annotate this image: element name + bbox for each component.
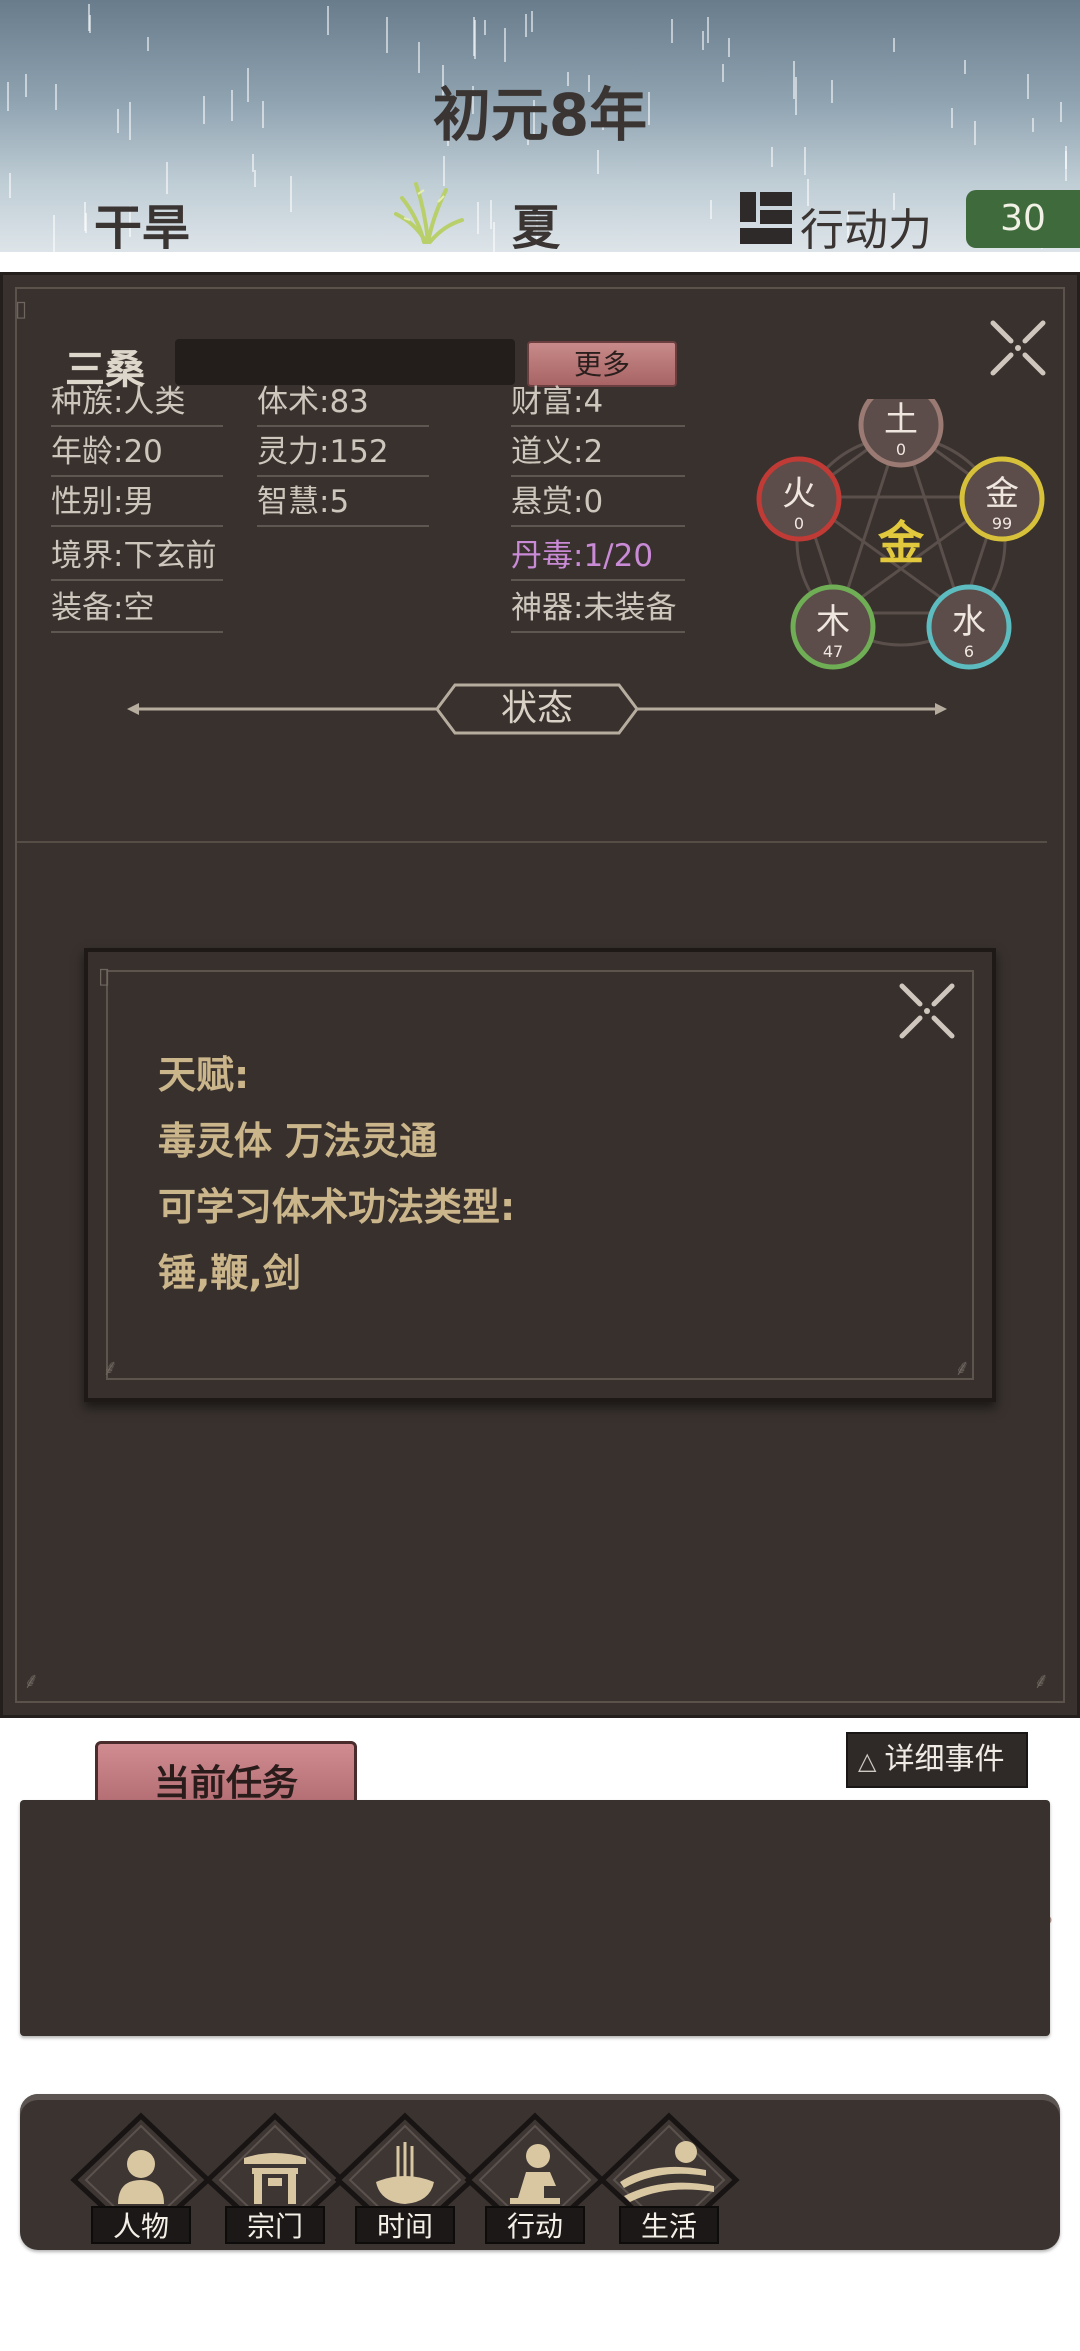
svg-text:0: 0 [794,514,804,533]
element-metal: 金 99 [959,456,1045,542]
svg-text:土: 土 [884,400,918,440]
svg-text:火: 火 [782,474,816,514]
rain-streak [84,202,86,231]
action-points-value: 30 [966,190,1080,248]
svg-text:金: 金 [985,474,1019,514]
svg-text:水: 水 [952,602,986,642]
corner-ornament: ⸙ [102,1356,119,1381]
rain-streak [490,200,492,229]
dominant-element: 金 [877,516,925,570]
status-title: 状态 [500,688,573,729]
rain-streak [531,11,533,32]
rain-streak [327,6,329,35]
nav-sect-label: 宗门 [225,2206,325,2244]
bottom-nav: 人物 宗门 时间 行动 生活 [20,2094,1060,2250]
stat-gender: 性别:男 [51,479,223,527]
action-points-icon [740,192,792,244]
action-points-label: 行动力 [800,205,932,256]
svg-text:木: 木 [816,602,850,642]
stat-age: 年龄:20 [51,429,223,477]
close-icon[interactable] [896,980,958,1042]
hidden-tab-row [17,841,1047,963]
rain-streak [290,176,292,212]
rain-streak [53,215,55,254]
talent-heading: 天赋: [158,1053,250,1097]
corner-ornament: ⸙ [954,1356,971,1381]
nav-person-label: 人物 [91,2206,191,2244]
stat-body-art: 体术:83 [257,379,429,427]
nav-person[interactable]: 人物 [66,2112,216,2244]
nav-action[interactable]: 行动 [460,2112,610,2244]
corner-ornament: ⸙ [1033,1669,1050,1694]
rain-streak [88,4,90,31]
stat-wisdom: 智慧:5 [257,479,429,527]
element-earth: 土 0 [858,399,944,468]
stat-equipment: 装备:空 [51,585,223,633]
stat-artifact: 神器:未装备 [511,585,685,633]
detail-events-label: 详细事件 [884,1742,1005,1777]
stat-morality: 道义:2 [511,429,685,477]
rain-streak [484,20,486,35]
rain-streak [597,150,599,174]
year-title: 初元8年 [432,81,648,149]
nav-action-label: 行动 [485,2206,585,2244]
stat-spirit-power: 灵力:152 [257,429,429,477]
rain-streak [252,154,254,172]
svg-text:6: 6 [964,642,974,661]
event-log [20,1800,1050,2036]
talent-list: 毒灵体 万法灵通 [158,1119,438,1163]
svg-text:0: 0 [896,440,906,459]
rain-streak [702,31,704,50]
nav-sect[interactable]: 宗门 [200,2112,350,2244]
status-divider: 状态 [127,681,947,737]
element-wood: 木 47 [790,584,876,670]
header-bar: 初元8年 干旱 夏 行动力 30 [0,0,1080,262]
five-elements-wheel: 金 土 0 金 99 水 6 木 47 火 0 [756,399,1045,670]
svg-text:47: 47 [823,642,843,661]
nav-time-label: 时间 [355,2206,455,2244]
corner-ornament: ▯ [98,964,111,989]
rain-streak [474,20,476,59]
rain-streak [671,19,673,43]
rain-streak [525,14,527,37]
nav-life-label: 生活 [619,2206,719,2244]
stat-bounty: 悬赏:0 [511,479,685,527]
popup-inner-frame [106,970,974,1380]
rain-streak [710,200,712,219]
header-divider [0,252,1080,262]
detail-events-button[interactable]: △ 详细事件 [846,1732,1028,1788]
corner-ornament: ⸙ [23,1669,40,1694]
svg-text:99: 99 [992,514,1012,533]
stat-realm: 境界:下玄前 [51,533,223,581]
corner-ornament: ▯ [15,297,28,322]
season-label: 夏 [512,200,561,256]
element-water: 水 6 [926,584,1012,670]
rain-streak [893,38,895,52]
close-icon[interactable] [987,317,1049,379]
grass-icon [394,182,464,244]
rain-streak [254,170,256,187]
rain-streak [504,28,506,62]
rain-streak [477,202,479,234]
rain-streak [9,173,11,198]
stat-pill-poison: 丹毒:1/20 [511,533,685,581]
triangle-icon: △ [858,1747,877,1775]
element-fire: 火 0 [756,456,842,542]
rain-streak [147,37,149,51]
stat-race: 种族:人类 [51,379,223,427]
weather-label: 干旱 [94,200,191,256]
rain-streak [728,38,730,57]
rain-streak [707,17,709,43]
weapon-type-list: 锤,鞭,剑 [158,1251,301,1295]
nav-life[interactable]: 生活 [594,2112,744,2244]
stat-wealth: 财富:4 [511,379,685,427]
nav-time[interactable]: 时间 [330,2112,480,2244]
rain-streak [386,17,388,53]
talent-popup: ▯ ⸙ ⸙ 天赋: 毒灵体 万法灵通 可学习体术功法类型: 锤,鞭,剑 [84,948,996,1402]
weapon-type-heading: 可学习体术功法类型: [158,1185,516,1229]
